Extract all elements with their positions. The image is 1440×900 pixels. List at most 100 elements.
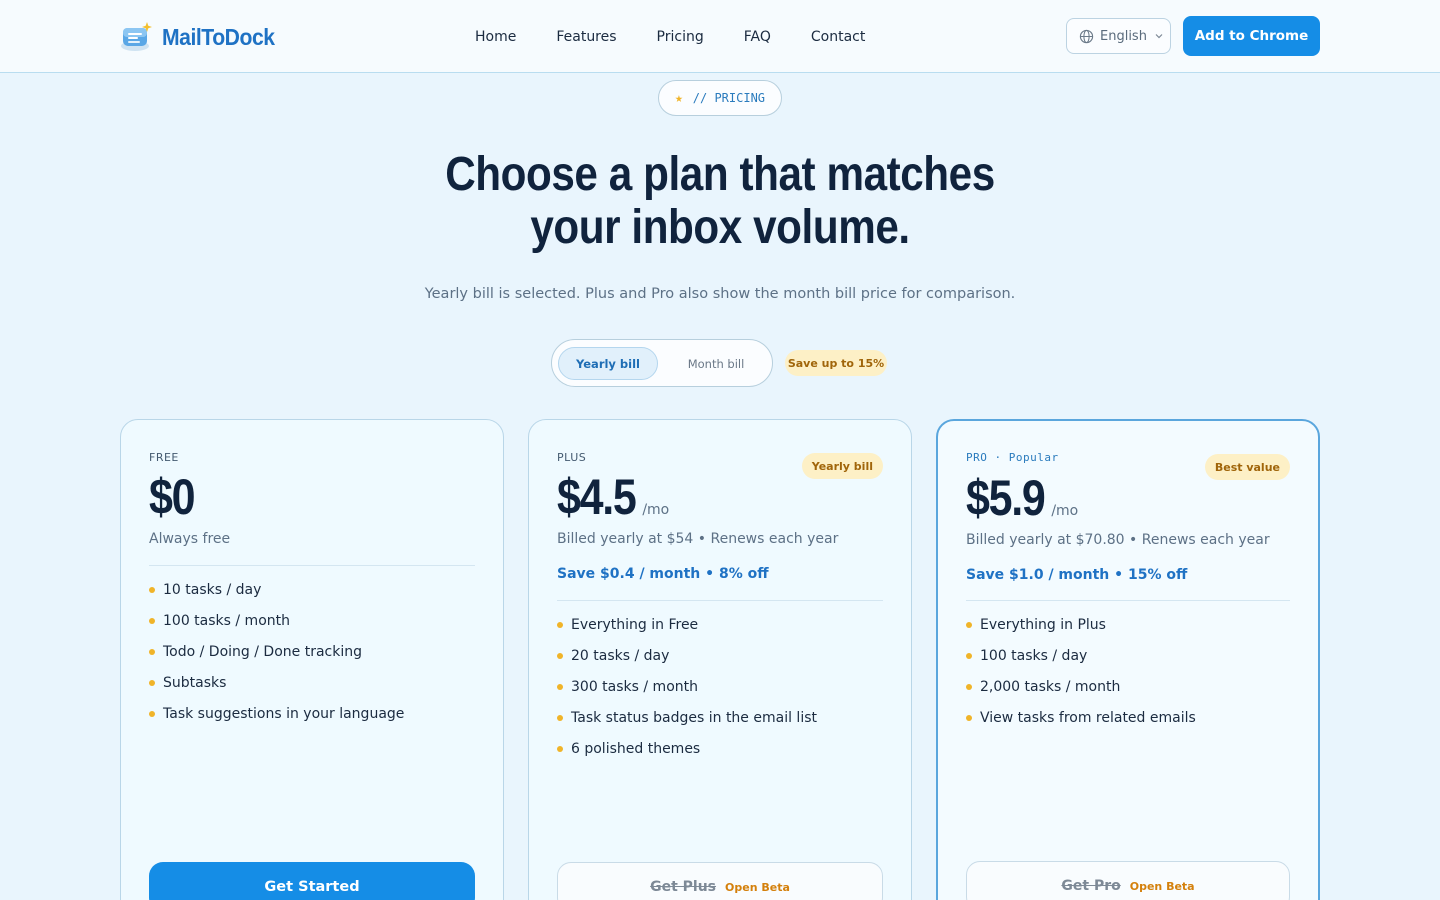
page-subtitle: Yearly bill is selected. Plus and Pro al… [424,286,1016,302]
open-beta-label: Open Beta [725,880,790,894]
billing-toggle: Yearly bill Month bill [551,339,773,387]
logo[interactable]: MailToDock [119,20,284,54]
site-header: MailToDock Home Features Pricing FAQ Con… [0,0,1440,73]
main-nav: Home Features Pricing FAQ Contact [475,27,905,47]
plan-billing-note: Always free [149,531,231,547]
bullet-icon [149,587,155,593]
logo-text: MailToDock [162,23,275,50]
price-row: $0 [149,468,202,526]
divider [557,600,883,601]
plan-card-free: FREE $0 Always free 10 tasks / day 100 t… [120,419,504,900]
bullet-icon [149,649,155,655]
star-icon: ★ [674,90,683,106]
feature-text: 100 tasks / month [163,613,290,629]
list-item: Subtasks [149,673,404,704]
divider [966,600,1290,601]
nav-features[interactable]: Features [556,27,616,47]
save-badge: Save up to 15% [785,350,887,376]
plan-tier: PRO · Popular [966,451,1059,464]
feature-text: 10 tasks / day [163,582,262,598]
list-item: 100 tasks / day [966,646,1196,677]
list-item: 10 tasks / day [149,580,404,611]
open-beta-label: Open Beta [1129,879,1195,893]
bullet-icon [149,618,155,624]
feature-list: Everything in Free 20 tasks / day 300 ta… [557,615,817,770]
list-item: Task suggestions in your language [149,704,404,735]
nav-pricing[interactable]: Pricing [657,27,704,47]
price-row: $5.9 /mo [966,469,1078,527]
month-bill-option[interactable]: Month bill [668,347,764,380]
plan-price: $4.5 [557,469,637,525]
button-label: Get Pro [1061,878,1121,894]
bullet-icon [149,680,155,686]
feature-text: View tasks from related emails [980,710,1196,726]
nav-home[interactable]: Home [475,27,516,47]
title-line-2: your inbox volume. [530,201,910,254]
nav-faq[interactable]: FAQ [744,27,771,47]
bullet-icon [966,653,972,659]
bullet-icon [557,746,563,752]
button-label: Get Plus [650,879,717,895]
feature-text: Todo / Doing / Done tracking [163,644,362,660]
price-period: /mo [1051,503,1079,519]
bullet-icon [149,711,155,717]
bullet-icon [966,684,972,690]
get-started-button[interactable]: Get Started [149,862,475,900]
feature-text: 20 tasks / day [571,648,670,664]
chevron-down-icon [1155,34,1163,39]
page-title: Choose a plan that matches your inbox vo… [368,148,1072,254]
list-item: 20 tasks / day [557,646,817,677]
divider [149,565,475,566]
yearly-bill-option[interactable]: Yearly bill [558,347,658,380]
price-row: $4.5 /mo [557,468,669,526]
language-label: English [1100,28,1147,44]
title-line-1: Choose a plan that matches [445,148,995,201]
bullet-icon [557,653,563,659]
list-item: Everything in Plus [966,615,1196,646]
list-item: 6 polished themes [557,739,817,770]
plan-card-plus: PLUS Yearly bill $4.5 /mo Billed yearly … [528,419,912,900]
get-plus-button[interactable]: Get Plus Open Beta [557,862,883,900]
feature-text: 2,000 tasks / month [980,679,1121,695]
feature-text: Task suggestions in your language [163,706,405,722]
plan-tier: FREE [149,451,179,464]
list-item: Everything in Free [557,615,817,646]
feature-text: 6 polished themes [571,741,701,757]
list-item: Task status badges in the email list [557,708,817,739]
plan-savings: Save $0.4 / month • 8% off [557,566,769,582]
logo-icon [121,22,152,51]
bullet-icon [557,622,563,628]
list-item: 2,000 tasks / month [966,677,1196,708]
pricing-eyebrow: ★ // PRICING [658,80,782,116]
feature-list: 10 tasks / day 100 tasks / month Todo / … [149,580,404,735]
eyebrow-text: // PRICING [692,91,766,105]
list-item: 100 tasks / month [149,611,404,642]
plan-billing-note: Billed yearly at $54 • Renews each year [557,531,839,547]
feature-text: Subtasks [163,675,227,691]
plan-price: $0 [149,469,196,525]
feature-list: Everything in Plus 100 tasks / day 2,000… [966,615,1196,739]
feature-text: Everything in Plus [980,617,1106,633]
list-item: Todo / Doing / Done tracking [149,642,404,673]
bullet-icon [557,684,563,690]
price-period: /mo [642,502,670,518]
get-pro-button[interactable]: Get Pro Open Beta [966,861,1290,900]
plan-price: $5.9 [966,470,1046,526]
feature-text: 100 tasks / day [980,648,1088,664]
add-to-chrome-button[interactable]: Add to Chrome [1183,16,1320,56]
plan-billing-note: Billed yearly at $70.80 • Renews each ye… [966,532,1270,548]
plan-card-pro: PRO · Popular Best value $5.9 /mo Billed… [936,419,1320,900]
language-selector[interactable]: English [1066,18,1171,54]
plan-tier: PLUS [557,451,587,464]
bullet-icon [557,715,563,721]
bullet-icon [966,715,972,721]
feature-text: Everything in Free [571,617,699,633]
yearly-bill-badge: Yearly bill [801,453,883,479]
plan-savings: Save $1.0 / month • 15% off [966,567,1188,583]
best-value-badge: Best value [1204,454,1290,480]
feature-text: 300 tasks / month [571,679,698,695]
nav-contact[interactable]: Contact [811,27,865,47]
list-item: 300 tasks / month [557,677,817,708]
bullet-icon [966,622,972,628]
globe-icon [1079,29,1094,43]
